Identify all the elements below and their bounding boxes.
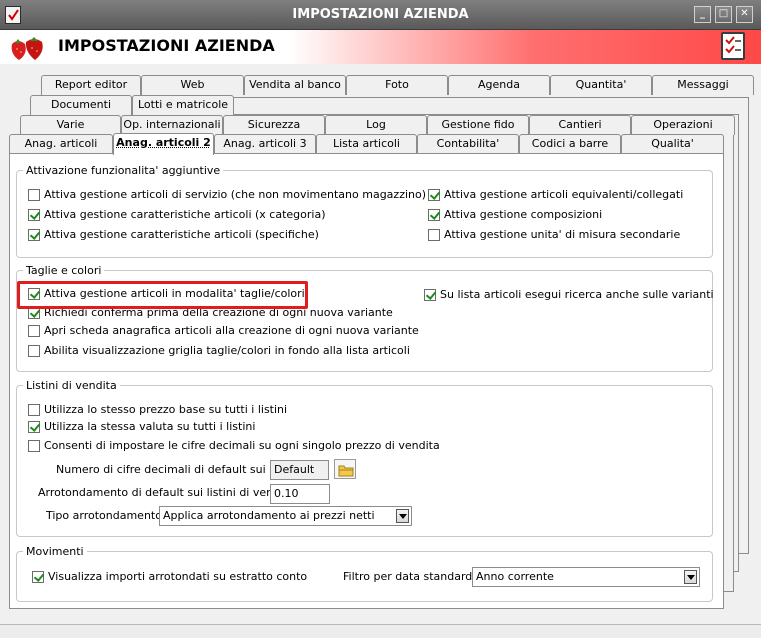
checkbox-label: Attiva gestione composizioni	[444, 208, 603, 221]
checkbox-label: Consenti di impostare le cifre decimali …	[44, 439, 440, 452]
group-attivazione-legend: Attivazione funzionalita' aggiuntive	[26, 164, 221, 177]
checkbox-label: Visualizza importi arrotondati su estrat…	[48, 570, 308, 583]
checkbox-label: Abilita visualizzazione griglia taglie/c…	[44, 344, 410, 357]
tab-documenti[interactable]: Documenti	[30, 95, 132, 115]
tab-sicurezza[interactable]: Sicurezza	[223, 115, 325, 135]
checkbox-box[interactable]	[424, 289, 436, 301]
checkbox-stessa-valuta[interactable]: Utilizza la stessa valuta su tutti i lis…	[28, 419, 255, 435]
checkbox-caratteristiche-categoria[interactable]: Attiva gestione caratteristiche articoli…	[28, 207, 326, 223]
group-movimenti-legend: Movimenti	[26, 545, 84, 558]
checkbox-stesso-prezzo-base[interactable]: Utilizza lo stesso prezzo base su tutti …	[28, 402, 287, 418]
filtro-data-label: Filtro per data standard :	[343, 570, 480, 583]
tab-qualita[interactable]: Qualita'	[621, 134, 724, 154]
page-header: IMPOSTAZIONI AZIENDA	[0, 30, 761, 64]
chevron-down-icon[interactable]	[684, 570, 697, 584]
checkbox-box[interactable]	[32, 571, 44, 583]
checkbox-box[interactable]	[28, 421, 40, 433]
tab-codici-a-barre[interactable]: Codici a barre	[519, 134, 621, 154]
filtro-data-select[interactable]: Anno corrente	[472, 567, 700, 587]
page-title: IMPOSTAZIONI AZIENDA	[58, 36, 275, 55]
checklist-icon	[721, 32, 745, 60]
checkbox-ricerca-varianti[interactable]: Su lista articoli esegui ricerca anche s…	[424, 287, 714, 303]
checkbox-cifre-decimali-prezzo[interactable]: Consenti di impostare le cifre decimali …	[28, 438, 440, 454]
checkbox-box[interactable]	[28, 345, 40, 357]
tab-operazioni[interactable]: Operazioni	[631, 115, 735, 135]
decimali-label: Numero di cifre decimali di default sui …	[56, 463, 306, 476]
checkbox-box[interactable]	[28, 209, 40, 221]
checkbox-label: Apri scheda anagrafica articoli alla cre…	[44, 324, 419, 337]
tab-anag-articoli[interactable]: Anag. articoli	[9, 134, 113, 154]
tab-foto[interactable]: Foto	[346, 75, 448, 95]
checkbox-articoli-equivalenti[interactable]: Attiva gestione articoli equivalenti/col…	[428, 187, 683, 203]
checkbox-box[interactable]	[428, 189, 440, 201]
tab-log[interactable]: Log	[325, 115, 427, 135]
tab-gestione-fido[interactable]: Gestione fido	[427, 115, 529, 135]
tab-messaggi[interactable]: Messaggi	[652, 75, 754, 95]
checkbox-label: Utilizza la stessa valuta su tutti i lis…	[44, 420, 256, 433]
tab-lotti-e-matricole[interactable]: Lotti e matricole	[132, 95, 234, 115]
checkbox-box[interactable]	[28, 325, 40, 337]
checkbox-caratteristiche-specifiche[interactable]: Attiva gestione caratteristiche articoli…	[28, 227, 319, 243]
checkbox-box[interactable]	[428, 229, 440, 241]
tipo-arrotondamento-value: Applica arrotondamento ai prezzi netti	[163, 509, 375, 522]
checkbox-label: Attiva gestione articoli in modalita' ta…	[44, 287, 305, 300]
status-bar	[0, 624, 761, 638]
tab-cantieri[interactable]: Cantieri	[529, 115, 631, 135]
checkbox-label: Su lista articoli esegui ricerca anche s…	[440, 288, 714, 301]
tab-anag-articoli-2-label: Anag. articoli 2	[116, 136, 211, 149]
tab-contabilita[interactable]: Contabilita'	[417, 134, 519, 154]
window-title: IMPOSTAZIONI AZIENDA	[292, 7, 469, 22]
tab-op-internazionali[interactable]: Op. internazionali	[121, 115, 223, 135]
filtro-data-value: Anno corrente	[476, 570, 554, 583]
tab-vendita-al-banco[interactable]: Vendita al banco	[244, 75, 346, 95]
tab-varie[interactable]: Varie	[20, 115, 121, 135]
arrotondamento-label: Arrotondamento di default sui listini di…	[38, 486, 302, 499]
checkbox-label: Attiva gestione unita' di misura seconda…	[444, 228, 681, 241]
checkbox-box[interactable]	[28, 189, 40, 201]
checkbox-articoli-servizio[interactable]: Attiva gestione articoli di servizio (ch…	[28, 187, 426, 203]
tab-report-editor[interactable]: Report editor	[41, 75, 141, 95]
checkbox-griglia-taglie-colori[interactable]: Abilita visualizzazione griglia taglie/c…	[28, 343, 410, 359]
checkbox-label: Richiedi conferma prima della creazione …	[44, 306, 393, 319]
checkbox-conferma-variante[interactable]: Richiedi conferma prima della creazione …	[28, 305, 393, 321]
tab-anag-articoli-3[interactable]: Anag. articoli 3	[214, 134, 316, 154]
tipo-arrotondamento-label: Tipo arrotondamento :	[46, 509, 170, 522]
checkbox-importi-arrotondati[interactable]: Visualizza importi arrotondati su estrat…	[32, 569, 307, 585]
checkbox-box[interactable]	[28, 307, 40, 319]
tab-agenda[interactable]: Agenda	[448, 75, 550, 95]
window-titlebar: IMPOSTAZIONI AZIENDA _ □ ✕	[0, 0, 761, 30]
checkbox-label: Attiva gestione caratteristiche articoli…	[44, 208, 326, 221]
chevron-down-icon[interactable]	[396, 509, 409, 523]
checkbox-box[interactable]	[28, 229, 40, 241]
maximize-button[interactable]: □	[715, 6, 732, 23]
checkbox-modalita-taglie-colori[interactable]: Attiva gestione articoli in modalita' ta…	[28, 286, 305, 302]
checkbox-label: Attiva gestione caratteristiche articoli…	[44, 228, 319, 241]
tab-lista-articoli[interactable]: Lista articoli	[316, 134, 417, 154]
checkbox-composizioni[interactable]: Attiva gestione composizioni	[428, 207, 602, 223]
checkbox-apri-scheda-variante[interactable]: Apri scheda anagrafica articoli alla cre…	[28, 323, 419, 339]
checkbox-unita-misura-secondarie[interactable]: Attiva gestione unita' di misura seconda…	[428, 227, 680, 243]
decimali-field[interactable]: Default	[270, 460, 329, 480]
tipo-arrotondamento-select[interactable]: Applica arrotondamento ai prezzi netti	[159, 506, 412, 526]
folder-icon[interactable]	[334, 459, 356, 479]
tab-quantita[interactable]: Quantita'	[550, 75, 652, 95]
checkbox-box[interactable]	[28, 404, 40, 416]
checkbox-box[interactable]	[28, 288, 40, 300]
checkbox-box[interactable]	[428, 209, 440, 221]
group-taglie-colori-legend: Taglie e colori	[26, 264, 102, 277]
strawberry-logo-icon	[11, 37, 43, 60]
minimize-button[interactable]: _	[694, 6, 711, 23]
tab-anag-articoli-2[interactable]: Anag. articoli 2	[113, 133, 214, 155]
tab-web[interactable]: Web	[141, 75, 244, 95]
arrotondamento-input[interactable]: 0.10	[270, 484, 330, 504]
checkbox-label: Attiva gestione articoli di servizio (ch…	[44, 188, 427, 201]
checkbox-box[interactable]	[28, 440, 40, 452]
close-button[interactable]: ✕	[736, 6, 753, 23]
checkbox-label: Utilizza lo stesso prezzo base su tutti …	[44, 403, 288, 416]
group-listini-vendita-legend: Listini di vendita	[26, 379, 117, 392]
checkbox-label: Attiva gestione articoli equivalenti/col…	[444, 188, 684, 201]
